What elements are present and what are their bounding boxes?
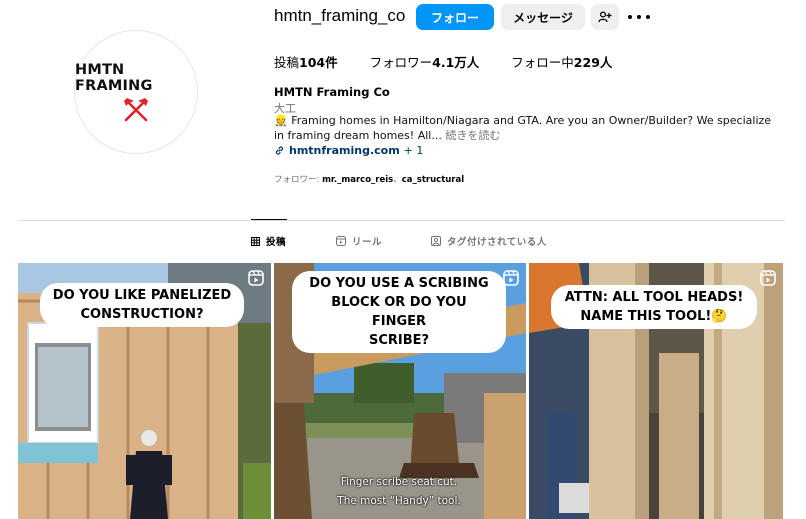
avatar-logo-text: HMTN FRAMING xyxy=(75,61,153,94)
tab-reels-label: リール xyxy=(352,237,383,248)
following-count: 229人 xyxy=(573,55,613,70)
caption-line: SCRIBE? xyxy=(368,333,430,348)
posts-label: 投稿 xyxy=(274,55,300,70)
post-caption: ATTN: ALL TOOL HEADS! NAME THIS TOOL!🤔 xyxy=(551,285,757,329)
tab-reels[interactable]: リール xyxy=(336,234,382,248)
video-subtitle: Finger scribe seat cut. The most “Handy”… xyxy=(314,473,484,511)
caption-line: DO YOU LIKE PANELIZED xyxy=(52,288,232,303)
posts-count: 104件 xyxy=(299,55,338,70)
reels-icon xyxy=(336,236,346,246)
dot xyxy=(646,15,650,19)
followers-label: フォロワー xyxy=(369,55,433,70)
profile-bio: 👷 Framing homes in Hamilton/Niagara and … xyxy=(274,114,774,143)
followed-by-user: mr._marco_reis xyxy=(322,175,394,185)
caption-line: DO YOU USE A SCRIBING xyxy=(309,276,489,291)
tab-posts[interactable]: 投稿 xyxy=(251,234,286,248)
reel-indicator-icon xyxy=(503,270,519,286)
link-icon xyxy=(275,146,284,155)
active-tab-indicator xyxy=(251,219,287,220)
profile-full-name: HMTN Framing Co xyxy=(274,85,390,99)
tab-tagged-label: タグ付けされている人 xyxy=(447,237,547,248)
caption-line: CONSTRUCTION? xyxy=(80,307,204,322)
tab-posts-label: 投稿 xyxy=(266,237,287,248)
dot xyxy=(637,15,641,19)
crossed-hammers-icon xyxy=(124,97,148,121)
grid-icon xyxy=(251,236,260,246)
profile-avatar[interactable]: HMTN FRAMING xyxy=(74,30,198,154)
post-tile[interactable]: DO YOU LIKE PANELIZED CONSTRUCTION? xyxy=(18,263,271,519)
tagged-icon xyxy=(431,236,441,246)
subtitle-line: The most “Handy” tool. xyxy=(337,495,461,507)
caption-line: NAME THIS TOOL!🤔 xyxy=(580,309,728,324)
post-caption: DO YOU USE A SCRIBING BLOCK OR DO YOU FI… xyxy=(292,271,506,353)
tabs-divider xyxy=(18,220,785,221)
post-tile[interactable]: DO YOU USE A SCRIBING BLOCK OR DO YOU FI… xyxy=(274,263,526,519)
suggest-user-button[interactable] xyxy=(591,4,619,30)
posts-stat: 投稿104件 xyxy=(274,52,338,71)
followed-by-separator: 、 xyxy=(393,175,402,185)
more-options-button[interactable] xyxy=(628,8,650,26)
add-person-icon xyxy=(598,11,612,23)
following-stat[interactable]: フォロー中229人 xyxy=(511,52,612,71)
reel-indicator-icon xyxy=(248,270,264,286)
reel-indicator-icon xyxy=(760,270,776,286)
link-extra: + 1 xyxy=(403,144,424,157)
caption-line: BLOCK OR DO YOU FINGER xyxy=(331,295,467,329)
followed-by[interactable]: フォロワー: mr._marco_reis、ca_structural xyxy=(274,173,464,185)
subtitle-line: Finger scribe seat cut. xyxy=(340,476,458,488)
followed-by-label: フォロワー: xyxy=(274,175,323,185)
profile-stats: 投稿104件 フォロワー4.1万人 フォロー中229人 xyxy=(274,52,644,71)
follow-button[interactable]: フォロー xyxy=(416,4,494,30)
post-tile[interactable]: ATTN: ALL TOOL HEADS! NAME THIS TOOL!🤔 xyxy=(529,263,783,519)
followers-stat[interactable]: フォロワー4.1万人 xyxy=(370,52,480,71)
following-label: フォロー中 xyxy=(511,55,574,70)
followed-by-user: ca_structural xyxy=(401,175,465,185)
profile-link[interactable]: hmtnframing.com + 1 xyxy=(274,144,423,157)
profile-tabs: 投稿 リール タグ付けされている人 xyxy=(0,234,806,250)
dot xyxy=(628,15,632,19)
message-button[interactable]: メッセージ xyxy=(501,4,585,30)
link-text: hmtnframing.com xyxy=(289,144,400,157)
post-caption: DO YOU LIKE PANELIZED CONSTRUCTION? xyxy=(40,283,244,327)
profile-username: hmtn_framing_co xyxy=(274,6,406,25)
caption-line: ATTN: ALL TOOL HEADS! xyxy=(564,290,744,305)
tab-tagged[interactable]: タグ付けされている人 xyxy=(431,234,547,248)
worker-emoji-icon: 👷 xyxy=(274,114,288,127)
bio-text: Framing homes in Hamilton/Niagara and GT… xyxy=(274,114,772,142)
bio-more-link[interactable]: 続きを読む xyxy=(445,129,500,142)
followers-count: 4.1万人 xyxy=(432,55,480,70)
